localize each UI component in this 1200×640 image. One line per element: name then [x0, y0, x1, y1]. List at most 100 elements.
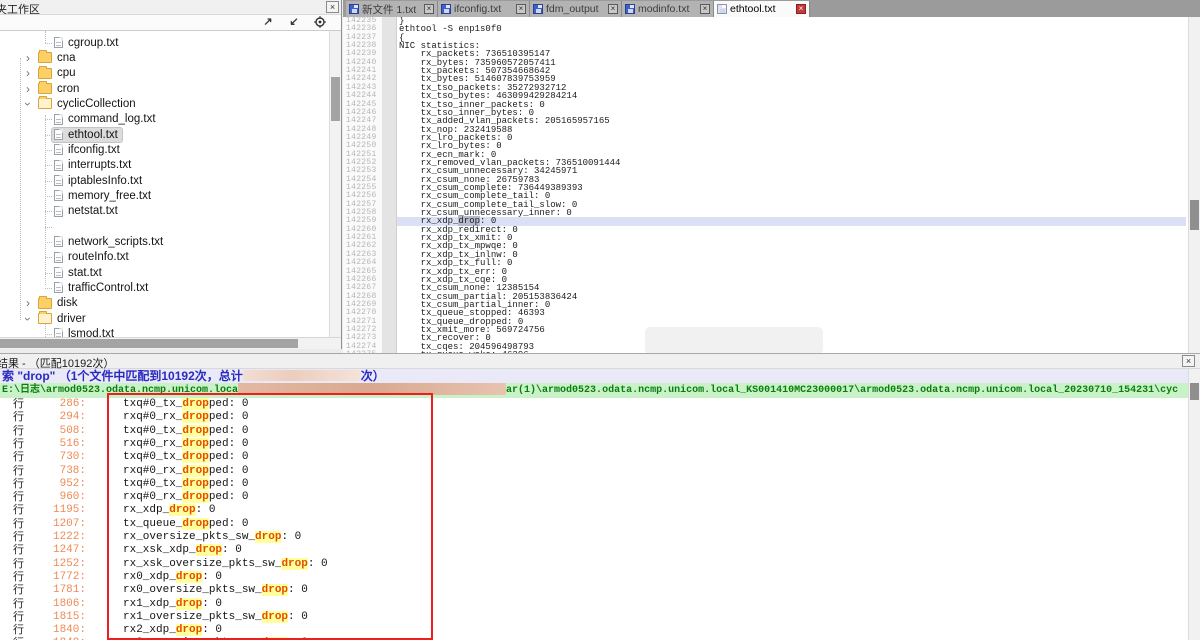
chevron-right-icon[interactable]: ›: [23, 84, 33, 94]
editor-tab-modinfo-txt[interactable]: modinfo.txt×: [622, 1, 714, 17]
tree-item-box: memory_free.txt: [52, 189, 155, 203]
row-line-label: 行: [13, 598, 24, 611]
tree-item-memory-free-txt[interactable]: memory_free.txt: [0, 188, 329, 203]
redaction-blob: [243, 370, 361, 381]
folder-icon: [38, 298, 52, 309]
chevron-right-icon[interactable]: ›: [23, 68, 33, 78]
row-line-label: 行: [13, 504, 24, 517]
row-line-label: 行: [13, 465, 24, 478]
tree-item-box: cron: [36, 82, 83, 96]
tree-vertical-scrollbar[interactable]: [329, 31, 341, 337]
tree-item-command-log-txt[interactable]: command_log.txt: [0, 112, 329, 127]
editor-vertical-scrollbar[interactable]: [1188, 17, 1200, 353]
tree-item-interrupts-txt[interactable]: interrupts.txt: [0, 158, 329, 173]
tree-item-box: command_log.txt: [52, 112, 160, 126]
tree-item-box: cgroup.txt: [52, 36, 123, 50]
file-icon: [54, 206, 63, 217]
row-line-number: 952:: [30, 478, 86, 491]
row-line-number: 1772:: [30, 571, 86, 584]
tree-vertical-scrollbar-thumb[interactable]: [331, 77, 340, 121]
row-line-label: 行: [13, 518, 24, 531]
tree-item-ethtool-txt[interactable]: ethtool.txt: [0, 127, 329, 142]
tree-item-label: stat.txt: [68, 267, 102, 279]
tree-item-cycliccollection[interactable]: ›cyclicCollection: [0, 96, 329, 111]
row-line-label: 行: [13, 611, 24, 624]
tree-item-disk[interactable]: ›disk: [0, 296, 329, 311]
editor-tab--1-txt[interactable]: 新文件 1.txt×: [346, 1, 438, 17]
tree-item-cpu[interactable]: › cpu: [0, 66, 329, 81]
file-icon: [54, 129, 63, 140]
row-line-number: 738:: [30, 465, 86, 478]
tree-item-stat-txt[interactable]: stat.txt: [0, 265, 329, 280]
save-icon: [625, 4, 635, 14]
tree-item-box: ethtool.txt: [52, 128, 122, 142]
tab-label: ifconfig.txt: [454, 3, 513, 15]
editor-tab-ifconfig-txt[interactable]: ifconfig.txt×: [438, 1, 530, 17]
tree-item-box: cna: [36, 51, 80, 65]
chevron-right-icon[interactable]: ›: [23, 298, 33, 308]
editor-tab-fdm-output[interactable]: fdm_output×: [530, 1, 622, 17]
save-icon: [717, 4, 727, 14]
tree-item-netstat-txt[interactable]: netstat.txt: [0, 204, 329, 219]
workspace-titlebar: 夹工作区 ×: [0, 0, 341, 15]
tree-item-label: cpu: [57, 67, 76, 79]
tree-item-box: network_scripts.txt: [52, 235, 167, 249]
tree-item-cgroup-txt[interactable]: cgroup.txt: [0, 35, 329, 50]
tab-close-icon[interactable]: ×: [700, 4, 710, 14]
collapse-all-icon[interactable]: ↙: [287, 16, 301, 29]
tree-item-routeinfo-txt[interactable]: routeInfo.txt: [0, 250, 329, 265]
editor-margin-strip: [383, 17, 397, 353]
row-line-label: 行: [13, 558, 24, 571]
row-line-label: 行: [13, 624, 24, 637]
folder-icon: [38, 83, 52, 94]
tab-close-icon[interactable]: ×: [608, 4, 618, 14]
editor-tab-ethtool-txt[interactable]: ethtool.txt×: [714, 1, 810, 17]
tab-close-icon[interactable]: ×: [516, 4, 526, 14]
file-path-part2: ar(1)\armod0523.odata.ncmp.unicom.local_…: [506, 385, 1178, 396]
save-icon: [533, 4, 543, 14]
row-line-number: 1195:: [30, 504, 86, 517]
row-line-label: 行: [13, 425, 24, 438]
workspace-close-icon[interactable]: ×: [326, 1, 339, 13]
tree-item-cron[interactable]: ›cron: [0, 81, 329, 96]
tree-item-box: ifconfig.txt: [52, 143, 124, 157]
tree-spacer: [0, 219, 329, 234]
tab-close-icon[interactable]: ×: [424, 4, 434, 14]
tree-item-box: netstat.txt: [52, 204, 122, 218]
row-line-number: 1252:: [30, 558, 86, 571]
tree-item-box: trafficControl.txt: [52, 281, 152, 295]
row-line-number: 960:: [30, 491, 86, 504]
tree-item-network-scripts-txt[interactable]: network_scripts.txt: [0, 234, 329, 249]
tree-item-label: lsmod.txt: [68, 328, 114, 337]
tab-close-icon[interactable]: ×: [796, 4, 806, 14]
tree-item-ifconfig-txt[interactable]: ifconfig.txt: [0, 142, 329, 157]
file-icon: [54, 114, 63, 125]
row-line-number: 730:: [30, 451, 86, 464]
annotation-rectangle: [107, 393, 433, 640]
tree-item-trafficcontrol-txt[interactable]: trafficControl.txt: [0, 280, 329, 295]
chevron-down-icon[interactable]: ›: [23, 99, 33, 109]
tree-horizontal-scrollbar-thumb[interactable]: [0, 339, 298, 348]
tree-item-label: cna: [57, 52, 76, 64]
row-line-label: 行: [13, 584, 24, 597]
tree-item-driver[interactable]: ›driver: [0, 311, 329, 326]
tree-item-lsmod-txt[interactable]: lsmod.txt: [0, 326, 329, 337]
folder-icon: [38, 313, 52, 324]
row-line-number: 1781:: [30, 584, 86, 597]
tab-label: fdm_output: [546, 3, 605, 15]
tree-item-box: interrupts.txt: [52, 158, 135, 172]
tree-horizontal-scrollbar[interactable]: [0, 337, 341, 349]
locate-current-file-icon[interactable]: [313, 16, 327, 29]
expand-all-icon[interactable]: ↗: [261, 16, 275, 29]
chevron-down-icon[interactable]: ›: [23, 314, 33, 324]
results-vertical-scrollbar-thumb[interactable]: [1190, 383, 1199, 400]
editor-vertical-scrollbar-thumb[interactable]: [1190, 200, 1199, 230]
tree-item-cna[interactable]: › cna: [0, 50, 329, 65]
results-close-icon[interactable]: ×: [1182, 355, 1195, 367]
row-line-label: 行: [13, 438, 24, 451]
chevron-right-icon[interactable]: ›: [23, 53, 33, 63]
results-vertical-scrollbar[interactable]: [1188, 369, 1200, 640]
tab-label: modinfo.txt: [638, 3, 697, 15]
tree-item-iptablesinfo-txt[interactable]: iptablesInfo.txt: [0, 173, 329, 188]
tree-item-label: netstat.txt: [68, 205, 118, 217]
